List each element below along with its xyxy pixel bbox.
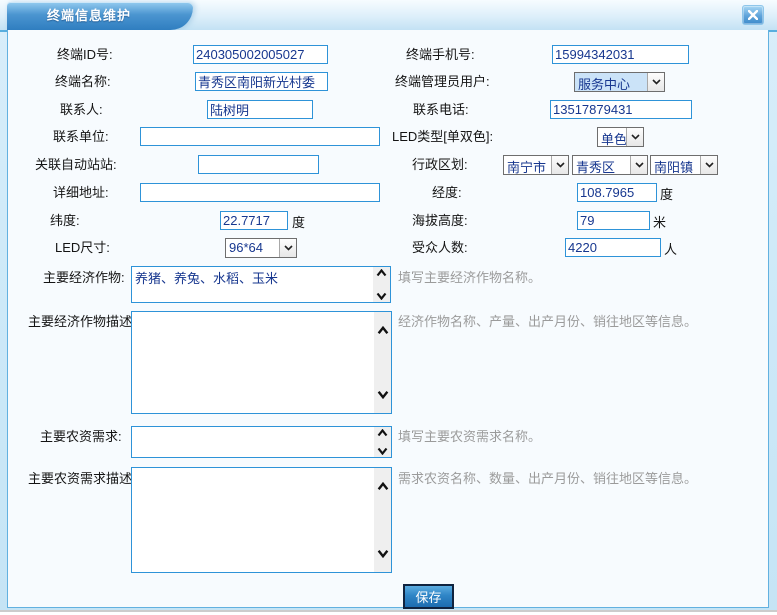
longitude-unit: 度: [660, 185, 673, 205]
dialog-title-tab: 终端信息维护: [7, 2, 193, 30]
save-button[interactable]: 保存: [403, 584, 454, 609]
altitude-input[interactable]: [577, 211, 650, 230]
led-size-value: 96*64: [226, 239, 279, 257]
auto-station-input[interactable]: [198, 155, 319, 174]
terminal-name-input[interactable]: [195, 72, 328, 91]
contact-phone-label: 联系电话:: [413, 100, 469, 120]
led-type-select[interactable]: 单色: [597, 127, 644, 147]
scroll-up-icon[interactable]: [376, 269, 387, 277]
scroll-up-icon[interactable]: [377, 429, 388, 437]
terminal-name-label: 终端名称:: [55, 72, 111, 92]
region-city-value: 南宁市: [504, 156, 551, 174]
address-label: 详细地址:: [53, 183, 109, 203]
led-type-value: 单色: [598, 128, 626, 146]
audience-input[interactable]: [565, 238, 661, 257]
terminal-phone-label: 终端手机号:: [406, 45, 475, 65]
scroll-up-icon[interactable]: [377, 482, 389, 491]
chevron-down-icon: [279, 239, 296, 257]
region-city-select[interactable]: 南宁市: [503, 155, 569, 175]
longitude-label: 经度:: [432, 183, 462, 203]
agri-needs-desc-field: [131, 467, 392, 573]
longitude-input[interactable]: [577, 183, 657, 202]
contact-input[interactable]: [207, 100, 313, 119]
chevron-down-icon: [700, 156, 717, 174]
main-crops-label: 主要经济作物:: [43, 268, 125, 288]
scroll-down-icon[interactable]: [376, 292, 387, 300]
audience-label: 受众人数:: [412, 238, 468, 258]
scroll-down-icon[interactable]: [377, 447, 388, 455]
main-crops-hint: 填写主要经济作物名称。: [398, 268, 541, 288]
agri-needs-desc-hint: 需求农资名称、数量、出产月份、销往地区等信息。: [398, 469, 697, 489]
main-crops-desc-label: 主要经济作物描述:: [28, 312, 136, 332]
latitude-label: 纬度:: [50, 211, 80, 231]
agri-needs-desc-textarea[interactable]: [132, 468, 374, 572]
scroll-up-icon[interactable]: [377, 326, 389, 335]
page-title: 终端信息维护: [47, 2, 193, 29]
audience-unit: 人: [664, 240, 677, 260]
main-crops-scrollbar[interactable]: [373, 267, 390, 302]
main-crops-desc-scrollbar[interactable]: [374, 312, 391, 413]
close-button[interactable]: [742, 5, 764, 25]
region-district-value: 青秀区: [573, 156, 630, 174]
terminal-id-label: 终端ID号:: [57, 45, 113, 65]
agri-needs-hint: 填写主要农资需求名称。: [398, 427, 541, 447]
altitude-label: 海拔高度:: [412, 211, 468, 231]
agri-needs-scrollbar[interactable]: [374, 427, 391, 457]
chevron-down-icon: [630, 156, 647, 174]
region-town-select[interactable]: 南阳镇: [650, 155, 718, 175]
main-crops-desc-field: [131, 311, 392, 414]
close-icon: [748, 10, 758, 20]
terminal-info-dialog: 终端信息维护 终端ID号: 终端手机号: 终端名称: 终端管理员用户: 服务中心…: [0, 0, 777, 615]
latitude-input[interactable]: [220, 211, 288, 230]
main-crops-desc-textarea[interactable]: [132, 312, 374, 413]
admin-user-label: 终端管理员用户:: [395, 72, 490, 92]
latitude-unit: 度: [292, 213, 305, 233]
scroll-down-icon[interactable]: [377, 390, 389, 399]
scroll-down-icon[interactable]: [377, 549, 389, 558]
altitude-unit: 米: [653, 213, 666, 233]
admin-user-select[interactable]: 服务中心: [574, 72, 665, 92]
main-crops-field: [131, 266, 391, 303]
contact-label: 联系人:: [60, 100, 103, 120]
main-crops-desc-hint: 经济作物名称、产量、出产月份、销往地区等信息。: [398, 312, 697, 332]
agri-needs-label: 主要农资需求:: [40, 427, 122, 447]
agri-needs-textarea[interactable]: [132, 427, 374, 457]
chevron-down-icon: [626, 128, 643, 146]
led-size-label: LED尺寸:: [55, 238, 110, 258]
dialog-header: 终端信息维护: [0, 0, 777, 32]
auto-station-label: 关联自动站站:: [35, 155, 117, 175]
admin-user-value: 服务中心: [575, 73, 647, 91]
led-type-label: LED类型[单双色]:: [392, 127, 493, 147]
region-label: 行政区划:: [412, 155, 468, 175]
led-size-select[interactable]: 96*64: [225, 238, 297, 258]
contact-unit-input[interactable]: [140, 127, 380, 146]
contact-unit-label: 联系单位:: [53, 127, 109, 147]
contact-phone-input[interactable]: [550, 100, 692, 119]
agri-needs-desc-scrollbar[interactable]: [374, 468, 391, 572]
terminal-phone-input[interactable]: [552, 45, 689, 64]
region-district-select[interactable]: 青秀区: [572, 155, 648, 175]
agri-needs-field: [131, 426, 392, 458]
chevron-down-icon: [551, 156, 568, 174]
region-town-value: 南阳镇: [651, 156, 700, 174]
chevron-down-icon: [647, 73, 664, 91]
terminal-id-input[interactable]: [193, 45, 328, 64]
address-input[interactable]: [140, 183, 380, 202]
agri-needs-desc-label: 主要农资需求描述:: [28, 469, 136, 489]
main-crops-textarea[interactable]: [132, 267, 373, 302]
